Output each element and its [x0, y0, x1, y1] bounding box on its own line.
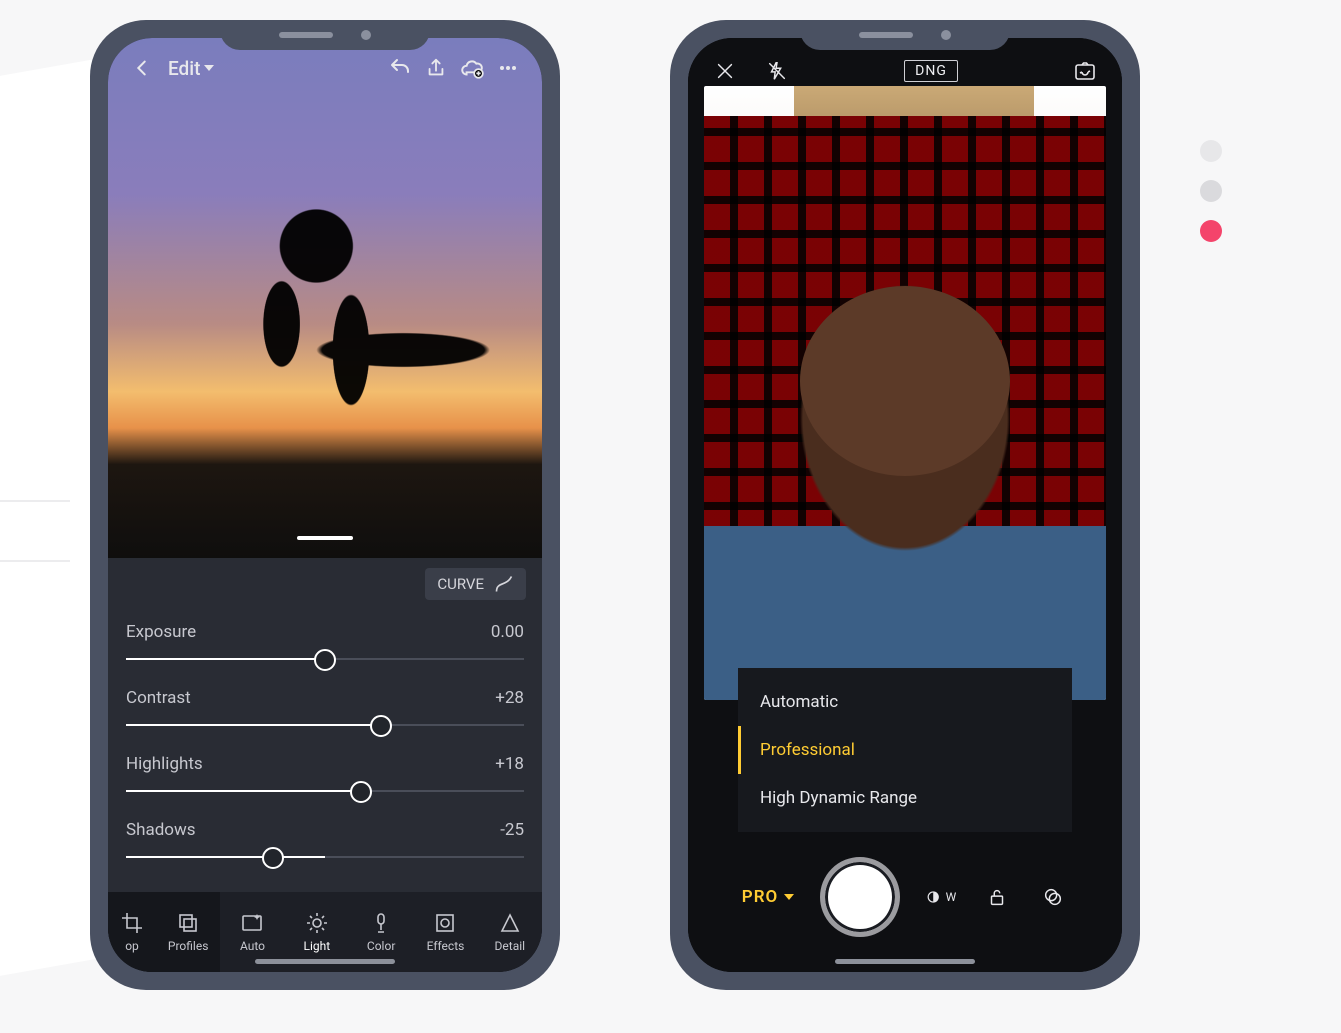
profiles-icon [176, 911, 200, 935]
editor-mode-dropdown[interactable]: Edit [168, 57, 214, 80]
slider-value: 0.00 [491, 622, 524, 642]
light-controls-panel: CURVE Exposure 0.00 Contrast +28 Highlights +… [108, 558, 542, 892]
slider-label: Contrast [126, 688, 191, 708]
tool-label: Light [303, 939, 330, 953]
effects-icon [433, 911, 457, 935]
slider-label: Shadows [126, 820, 196, 840]
slider-row-exposure: Exposure 0.00 [126, 622, 524, 674]
slider-value: +28 [495, 688, 524, 708]
shutter-button[interactable] [820, 857, 900, 937]
auto-icon [240, 911, 264, 935]
camera-mode-option[interactable]: Automatic [738, 678, 1072, 726]
home-indicator [835, 959, 975, 964]
slider-row-contrast: Contrast +28 [126, 688, 524, 740]
editor-mode-label: Edit [168, 57, 200, 80]
crop-icon [120, 911, 144, 935]
white-balance-label: W [946, 890, 957, 904]
home-indicator [255, 959, 395, 964]
lock-open-icon[interactable] [982, 882, 1012, 912]
tool-label: Auto [240, 939, 265, 953]
phone-mockup-camera: DNG AutomaticProfessionalHigh Dynamic Ra… [670, 20, 1140, 990]
carousel-dots [1200, 140, 1222, 242]
tool-op[interactable]: op [108, 892, 156, 972]
chevron-down-icon [204, 65, 214, 71]
cloud-add-icon[interactable] [454, 50, 490, 86]
chevron-down-icon [784, 894, 794, 900]
white-balance-button[interactable]: W [926, 882, 956, 912]
tool-profiles[interactable]: Profiles [156, 892, 220, 972]
camera-mode-selector[interactable]: PRO [742, 887, 794, 907]
file-format-chip[interactable]: DNG [904, 60, 958, 82]
phone-notch [800, 20, 1010, 50]
camera-mode-short-label: PRO [742, 887, 778, 907]
tool-label: Detail [495, 939, 526, 953]
tool-label: Profiles [168, 939, 209, 953]
filters-icon[interactable] [1038, 882, 1068, 912]
slider-contrast[interactable] [126, 710, 524, 740]
slider-row-highlights: Highlights +18 [126, 754, 524, 806]
edited-photo-preview[interactable]: Edit [108, 38, 542, 558]
flash-off-icon[interactable] [762, 56, 792, 86]
carousel-dot-active[interactable] [1200, 220, 1222, 242]
detail-icon [498, 911, 522, 935]
tool-label: op [125, 939, 139, 953]
camera-bottom-bar: PRO W [688, 852, 1122, 942]
camera-viewfinder[interactable] [704, 86, 1106, 700]
slider-shadows[interactable] [126, 842, 524, 872]
phone-mockup-editor: Edit [90, 20, 560, 990]
tool-detail[interactable]: Detail [478, 892, 542, 972]
photo-silhouette [108, 38, 542, 558]
share-icon[interactable] [418, 50, 454, 86]
tool-effects[interactable]: Effects [413, 892, 477, 972]
camera-mode-option[interactable]: High Dynamic Range [738, 774, 1072, 822]
slider-exposure[interactable] [126, 644, 524, 674]
light-icon [305, 911, 329, 935]
slider-value: -25 [500, 820, 524, 840]
carousel-dot[interactable] [1200, 180, 1222, 202]
slider-label: Exposure [126, 622, 196, 642]
slider-highlights[interactable] [126, 776, 524, 806]
curve-button[interactable]: CURVE [425, 568, 526, 600]
tool-label: Color [367, 939, 395, 953]
panel-drag-handle[interactable] [297, 536, 353, 540]
camera-mode-option[interactable]: Professional [738, 726, 1072, 774]
slider-value: +18 [495, 754, 524, 774]
viewfinder-content [785, 256, 1025, 616]
color-icon [369, 911, 393, 935]
slider-label: Highlights [126, 754, 203, 774]
phone-notch [220, 20, 430, 50]
undo-icon[interactable] [382, 50, 418, 86]
slider-row-shadows: Shadows -25 [126, 820, 524, 872]
close-icon[interactable] [710, 56, 740, 86]
curve-icon [494, 574, 514, 594]
switch-camera-icon[interactable] [1070, 56, 1100, 86]
file-format-label: DNG [915, 63, 947, 79]
camera-mode-menu: AutomaticProfessionalHigh Dynamic Range [738, 668, 1072, 832]
tool-label: Effects [427, 939, 465, 953]
curve-button-label: CURVE [437, 575, 484, 593]
back-icon[interactable] [124, 50, 160, 86]
more-icon[interactable] [490, 50, 526, 86]
carousel-dot[interactable] [1200, 140, 1222, 162]
